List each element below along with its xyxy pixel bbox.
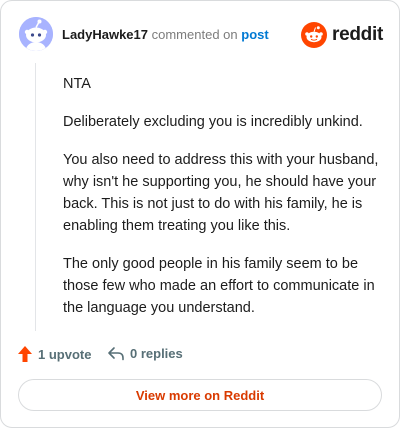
comment-embed-card: LadyHawke17 commented on post reddit NTA…	[0, 0, 400, 428]
comment-paragraph: NTA	[63, 76, 91, 92]
upvote-count: 1 upvote	[38, 346, 92, 362]
comment-header: LadyHawke17 commented on post reddit	[17, 17, 383, 53]
action-text: commented on	[151, 27, 238, 42]
snoo-avatar-icon[interactable]	[19, 17, 53, 51]
comment-body: NTA Deliberately excluding you is incred…	[63, 73, 385, 335]
author-name[interactable]: LadyHawke17	[62, 27, 148, 42]
comment-paragraph: The only good people in his family seem …	[63, 256, 375, 316]
thread-line	[35, 63, 36, 331]
post-link[interactable]: post	[241, 27, 268, 42]
upvote-arrow-icon	[18, 346, 32, 362]
comment-paragraph: You also need to address this with your …	[63, 152, 379, 234]
upvote-button[interactable]: 1 upvote	[17, 345, 91, 363]
view-more-button[interactable]: View more on Reddit	[18, 379, 382, 411]
reply-count: 0 replies	[130, 345, 183, 361]
reddit-logo-text: reddit	[332, 24, 383, 45]
reply-button[interactable]: 0 replies	[107, 345, 183, 361]
reddit-logo-icon	[301, 22, 328, 48]
reddit-logo[interactable]: reddit	[301, 21, 383, 49]
reply-arrow-icon	[108, 347, 124, 361]
comment-paragraph: Deliberately excluding you is incredibly…	[63, 114, 363, 130]
comment-meta: LadyHawke17 commented on post	[62, 27, 269, 42]
